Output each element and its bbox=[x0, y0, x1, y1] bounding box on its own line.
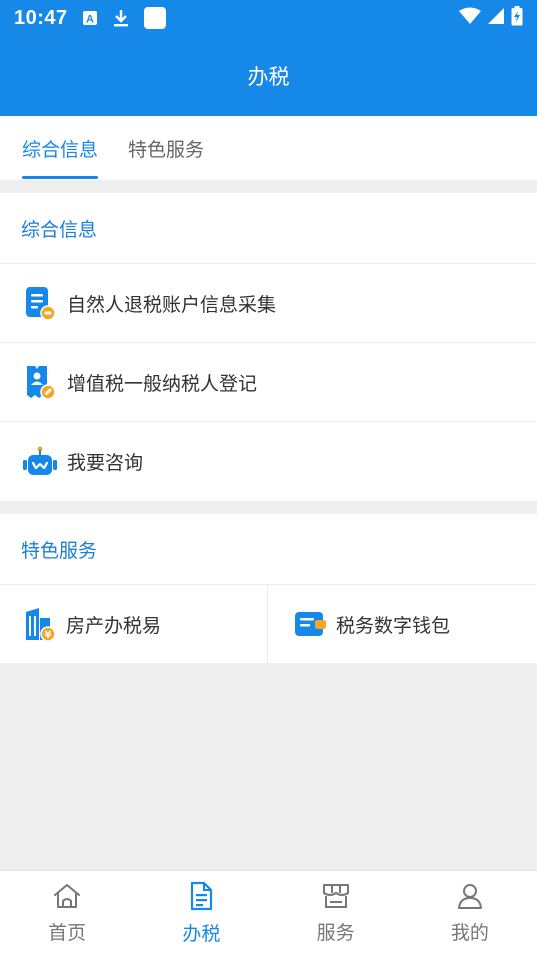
list-item-label: 增值税一般纳税人登记 bbox=[67, 372, 258, 395]
list-item-label: 我要咨询 bbox=[67, 452, 144, 474]
service-grid-row: ¥ 房产办税易 税务数字钱包 bbox=[0, 585, 537, 663]
nav-home[interactable]: 首页 bbox=[0, 871, 134, 956]
status-bar: 10:47 A bbox=[0, 0, 537, 36]
tab-label: 特色服务 bbox=[128, 138, 205, 161]
service-digital-wallet[interactable]: 税务数字钱包 bbox=[267, 585, 537, 663]
nav-mine[interactable]: 我的 bbox=[403, 871, 537, 956]
nav-label: 我的 bbox=[450, 922, 489, 944]
tab-general-info[interactable]: 综合信息 bbox=[22, 116, 99, 180]
list-item-consultation[interactable]: 我要咨询 bbox=[0, 422, 537, 501]
person-icon bbox=[456, 882, 484, 914]
list-item-refund-account[interactable]: 自然人退税账户信息采集 bbox=[0, 264, 537, 343]
battery-charging-icon bbox=[511, 6, 523, 30]
section-special-services: 特色服务 ¥ 房产办税易 税务数字钱包 bbox=[0, 514, 537, 663]
status-time: 10:47 bbox=[14, 6, 68, 29]
list-item-label: 自然人退税账户信息采集 bbox=[67, 293, 277, 316]
nav-label: 首页 bbox=[48, 922, 87, 944]
app-square-icon bbox=[143, 7, 166, 29]
badge-edit-icon bbox=[22, 364, 58, 400]
nav-label: 服务 bbox=[316, 922, 355, 944]
bottom-navigation: 首页 办税 服务 我的 bbox=[0, 870, 537, 956]
wallet-icon bbox=[292, 606, 328, 642]
document-icon bbox=[188, 881, 214, 915]
page-title: 办税 bbox=[247, 65, 290, 89]
section-title: 综合信息 bbox=[0, 193, 537, 264]
nav-tax[interactable]: 办税 bbox=[134, 871, 268, 956]
svg-text:A: A bbox=[86, 14, 94, 26]
robot-icon bbox=[22, 444, 58, 480]
nav-label: 办税 bbox=[182, 923, 221, 945]
section-general-info: 综合信息 自然人退税账户信息采集 增值税一般纳税人登记 我要咨询 bbox=[0, 193, 537, 501]
building-coin-icon: ¥ bbox=[22, 606, 58, 642]
header-bar: 办税 bbox=[0, 36, 537, 116]
list-item-vat-registration[interactable]: 增值税一般纳税人登记 bbox=[0, 343, 537, 422]
svg-text:¥: ¥ bbox=[45, 630, 52, 641]
wifi-icon bbox=[459, 7, 481, 29]
service-label: 房产办税易 bbox=[66, 614, 162, 637]
tab-bar: 综合信息 特色服务 bbox=[0, 116, 537, 180]
section-title: 特色服务 bbox=[0, 514, 537, 585]
tab-label: 综合信息 bbox=[22, 138, 99, 161]
store-icon bbox=[321, 882, 351, 914]
document-coin-icon bbox=[22, 285, 58, 321]
home-icon bbox=[52, 882, 82, 914]
tab-special-services[interactable]: 特色服务 bbox=[128, 116, 204, 180]
download-icon bbox=[112, 8, 130, 28]
service-label: 税务数字钱包 bbox=[336, 614, 451, 637]
signal-icon bbox=[487, 7, 505, 29]
font-a-icon: A bbox=[82, 10, 98, 26]
nav-services[interactable]: 服务 bbox=[269, 871, 403, 956]
service-property-tax[interactable]: ¥ 房产办税易 bbox=[0, 585, 267, 663]
